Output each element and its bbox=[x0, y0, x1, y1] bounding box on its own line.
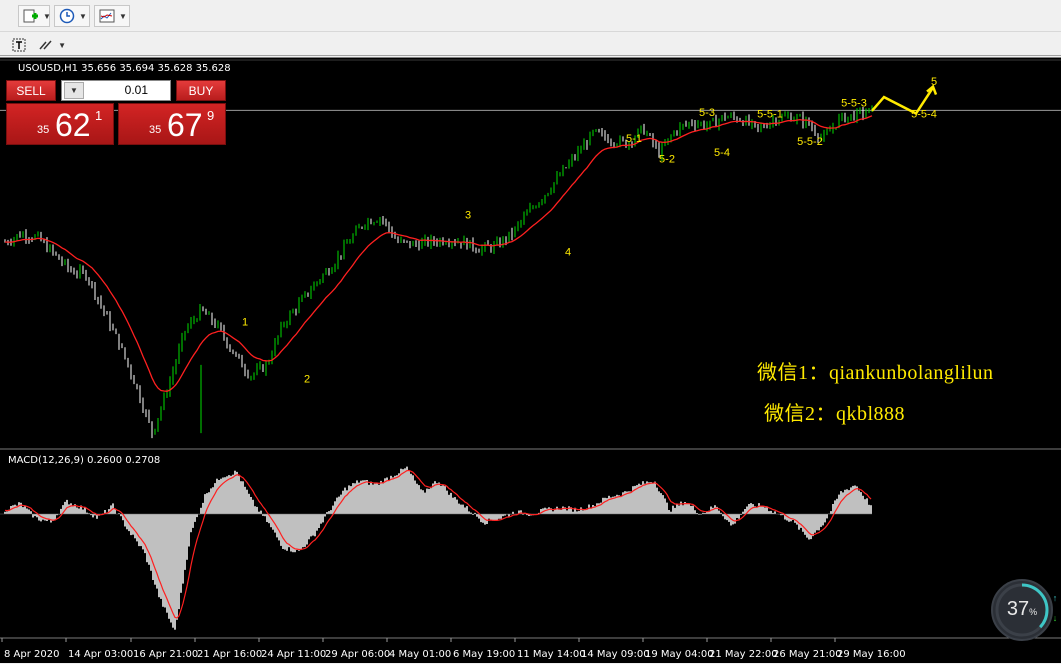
sell-price-prefix: 35 bbox=[37, 124, 50, 136]
macd-title: MACD(12,26,9) 0.2600 0.2708 bbox=[8, 455, 161, 466]
progress-unit: % bbox=[1029, 607, 1038, 617]
chevron-down-icon[interactable]: ▼ bbox=[58, 41, 66, 50]
wave-label: 2 bbox=[304, 374, 310, 386]
chevron-down-icon[interactable]: ▼ bbox=[79, 12, 87, 21]
new-order-icon[interactable] bbox=[23, 7, 39, 25]
time-tick-label: 26 May 21:00 bbox=[773, 649, 842, 660]
toolbar-drawing: ▼ bbox=[0, 32, 1061, 56]
text-tool-icon[interactable] bbox=[10, 36, 28, 54]
lot-decrease-icon[interactable]: ▼ bbox=[64, 82, 84, 99]
chevron-down-icon[interactable]: ▼ bbox=[43, 12, 51, 21]
wave-labels: 1 2 3 4 5-1 5-2 5-3 5-4 5-5-1 5-5-2 5-5-3 5-5-4 5 bbox=[242, 76, 937, 386]
sell-price-big: 62 bbox=[55, 107, 91, 143]
time-tick-label: 6 May 19:00 bbox=[453, 649, 515, 660]
time-tick-label: 14 May 09:00 bbox=[581, 649, 650, 660]
wave-label: 5-5-4 bbox=[911, 109, 937, 121]
buy-price-prefix: 35 bbox=[149, 124, 162, 136]
wave-label: 5-5-2 bbox=[797, 136, 823, 148]
time-tick-label: 4 May 01:00 bbox=[389, 649, 451, 660]
text-tool-group[interactable] bbox=[6, 34, 32, 56]
toolbar-top: ▼ ▼ ▼ bbox=[0, 0, 1061, 32]
side-arrows: ↑ ↓ bbox=[1050, 588, 1060, 628]
time-tick-label: 19 May 04:00 bbox=[645, 649, 714, 660]
wave-label: 5-4 bbox=[714, 147, 730, 159]
progress-indicator: 37% bbox=[991, 579, 1053, 641]
lot-size-field[interactable]: ▼ 0.01 ▲ bbox=[61, 80, 171, 101]
wave-label: 5-5-3 bbox=[841, 98, 867, 110]
line-tools-icon[interactable] bbox=[38, 36, 54, 54]
charts-icon[interactable] bbox=[99, 7, 115, 25]
wechat-contact-1: 微信1：qiankunbolanglilun bbox=[757, 362, 994, 384]
wave-label: 1 bbox=[242, 316, 248, 328]
charts-group[interactable]: ▼ bbox=[94, 5, 130, 27]
progress-value: 37% bbox=[993, 598, 1051, 621]
time-tick-label: 21 May 22:00 bbox=[709, 649, 778, 660]
macd-histogram bbox=[4, 466, 872, 630]
up-arrow-icon: ↑ bbox=[1052, 593, 1058, 603]
history-group[interactable]: ▼ bbox=[54, 5, 90, 27]
time-tick-label: 24 Apr 11:00 bbox=[261, 649, 326, 660]
chevron-down-icon[interactable]: ▼ bbox=[119, 12, 127, 21]
wave-label: 5-2 bbox=[659, 154, 675, 166]
wave-label: 4 bbox=[565, 247, 571, 259]
time-tick-label: 11 May 14:00 bbox=[517, 649, 586, 660]
sell-price-box[interactable]: 35 62 1 bbox=[6, 103, 114, 145]
time-tick-label: 29 Apr 06:00 bbox=[325, 649, 390, 660]
progress-number: 37 bbox=[1006, 598, 1030, 620]
new-order-group[interactable]: ▼ bbox=[18, 5, 51, 27]
buy-price-sup: 9 bbox=[207, 108, 215, 123]
time-tick-label: 21 Apr 16:00 bbox=[197, 649, 262, 660]
time-tick-label: 8 Apr 2020 bbox=[4, 649, 59, 660]
wave-label: 5 bbox=[931, 76, 937, 88]
chart-window[interactable]: 1 2 3 4 5-1 5-2 5-3 5-4 5-5-1 5-5-2 5-5-3 5-5-4 5 8 … bbox=[0, 57, 1061, 663]
history-icon[interactable] bbox=[59, 7, 75, 25]
chart-title: USOUSD,H1 35.656 35.694 35.628 35.628 bbox=[18, 63, 231, 74]
time-tick-label: 16 Apr 21:00 bbox=[133, 649, 198, 660]
sell-price-sup: 1 bbox=[95, 108, 103, 123]
one-click-trading-panel: SELL ▼ 0.01 ▲ BUY 35 62 1 35 67 9 bbox=[6, 80, 226, 145]
buy-price-box[interactable]: 35 67 9 bbox=[118, 103, 226, 145]
buy-price-big: 67 bbox=[167, 107, 203, 143]
wechat-contact-2: 微信2：qkbl888 bbox=[764, 403, 906, 425]
line-tools-group[interactable]: ▼ bbox=[34, 34, 70, 56]
time-tick-label: 29 May 16:00 bbox=[837, 649, 906, 660]
time-tick-label: 14 Apr 03:00 bbox=[68, 649, 133, 660]
wave-label: 5-1 bbox=[626, 133, 642, 145]
sell-button[interactable]: SELL bbox=[6, 80, 56, 101]
price-candles bbox=[4, 105, 873, 439]
buy-button[interactable]: BUY bbox=[176, 80, 226, 101]
wave-label: 5-5-1 bbox=[757, 109, 783, 121]
moving-average-line bbox=[4, 115, 873, 392]
lot-value[interactable]: 0.01 bbox=[125, 83, 148, 97]
wave-label: 5-3 bbox=[699, 107, 715, 119]
down-arrow-icon: ↓ bbox=[1052, 613, 1058, 623]
wave-label: 3 bbox=[465, 210, 471, 222]
time-axis: 8 Apr 2020 14 Apr 03:00 16 Apr 21:0021 Apr… bbox=[1, 638, 906, 660]
